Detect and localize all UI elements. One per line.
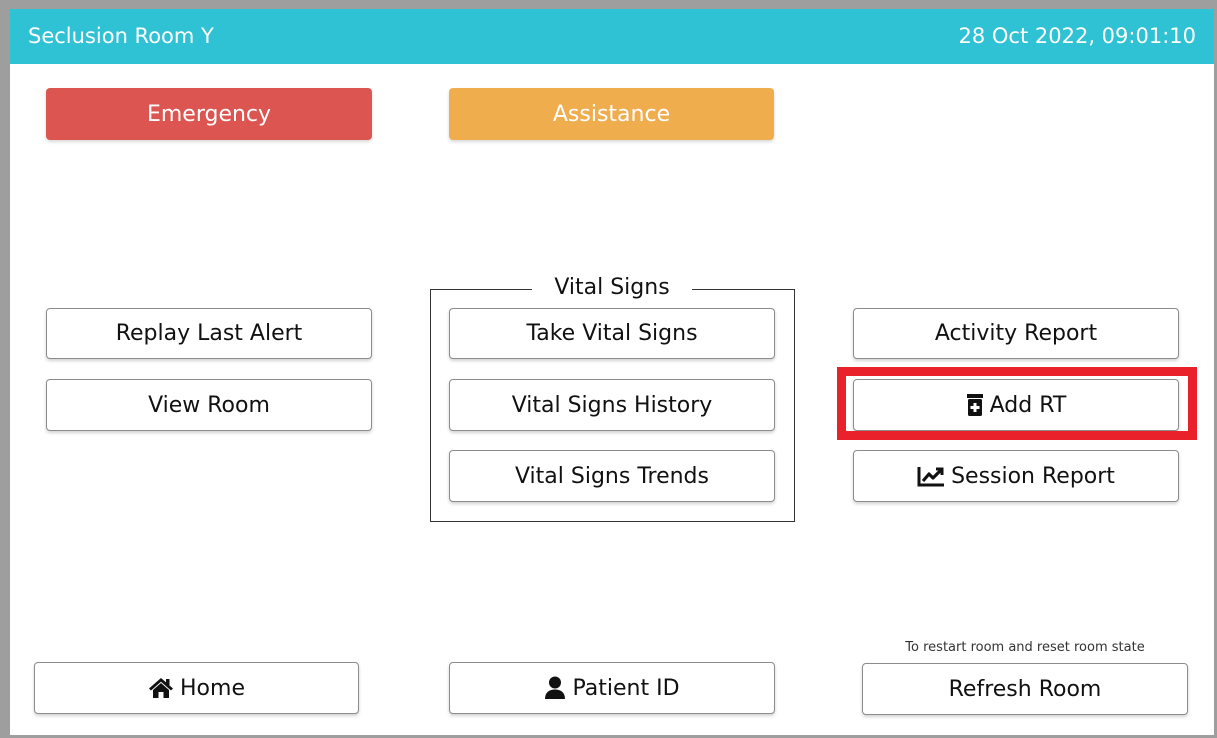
home-icon [148,677,174,699]
header-bar: Seclusion Room Y 28 Oct 2022, 09:01:10 [10,9,1214,64]
session-report-button[interactable]: Session Report [853,450,1179,502]
home-button[interactable]: Home [34,662,359,714]
take-vital-signs-button[interactable]: Take Vital Signs [449,308,775,359]
take-vital-signs-label: Take Vital Signs [526,321,698,346]
home-label: Home [180,675,245,701]
emergency-label: Emergency [146,101,272,127]
current-datetime: 28 Oct 2022, 09:01:10 [958,24,1197,48]
refresh-room-button[interactable]: Refresh Room [862,663,1188,715]
vital-signs-trends-label: Vital Signs Trends [514,463,709,489]
vital-signs-history-button[interactable]: Vital Signs History [449,379,775,431]
user-icon [544,676,566,700]
view-room-label: View Room [148,392,270,418]
room-title: Seclusion Room Y [28,24,214,48]
activity-report-label: Activity Report [934,321,1098,346]
session-report-label: Session Report [951,463,1115,489]
add-rt-highlight [837,367,1197,440]
assistance-label: Assistance [552,101,671,127]
emergency-button[interactable]: Emergency [46,88,372,140]
refresh-note: To restart room and reset room state [905,640,1145,655]
replay-last-alert-label: Replay Last Alert [115,321,303,346]
vital-signs-legend: Vital Signs [532,273,692,303]
assistance-button[interactable]: Assistance [449,88,774,140]
vital-signs-trends-button[interactable]: Vital Signs Trends [449,450,775,502]
replay-last-alert-button[interactable]: Replay Last Alert [46,308,372,359]
view-room-button[interactable]: View Room [46,379,372,431]
vital-signs-history-label: Vital Signs History [511,392,713,418]
refresh-room-label: Refresh Room [948,676,1102,702]
patient-id-button[interactable]: Patient ID [449,662,775,714]
chart-line-icon [917,465,945,487]
activity-report-button[interactable]: Activity Report [853,308,1179,359]
patient-id-label: Patient ID [572,675,680,701]
